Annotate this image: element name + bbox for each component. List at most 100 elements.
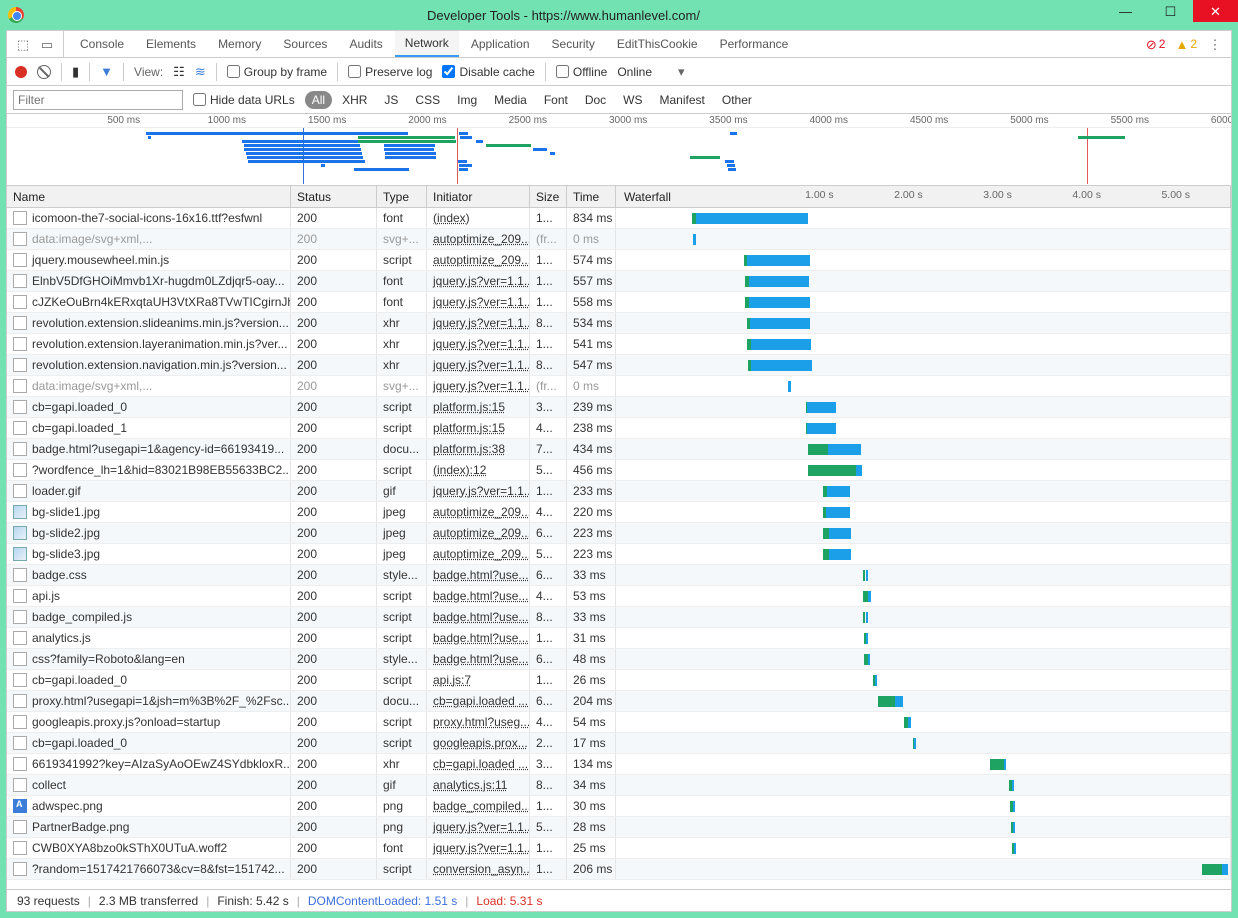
error-badge[interactable]: ⊘2: [1146, 37, 1166, 51]
tab-editthiscookie[interactable]: EditThisCookie: [607, 31, 708, 57]
tab-performance[interactable]: Performance: [710, 31, 799, 57]
filter-type-js[interactable]: JS: [377, 91, 405, 109]
table-row[interactable]: cb=gapi.loaded_0200scriptapi.js:71...26 …: [7, 670, 1231, 691]
request-initiator[interactable]: platform.js:15: [433, 400, 505, 414]
overview-timeline[interactable]: 500 ms1000 ms1500 ms2000 ms2500 ms3000 m…: [7, 114, 1231, 186]
request-initiator[interactable]: badge.html?use...: [433, 631, 528, 645]
request-initiator[interactable]: autoptimize_209...: [433, 547, 530, 561]
filter-icon[interactable]: ▼: [100, 65, 113, 78]
table-row[interactable]: adwspec.png200pngbadge_compiled...1...30…: [7, 796, 1231, 817]
request-initiator[interactable]: proxy.html?useg...: [433, 715, 530, 729]
table-row[interactable]: ElnbV5DfGHOiMmvb1Xr-hugdm0LZdjqr5-oay...…: [7, 271, 1231, 292]
table-row[interactable]: 6619341992?key=AIzaSyAoOEwZ4SYdbkloxR...…: [7, 754, 1231, 775]
tab-console[interactable]: Console: [70, 31, 134, 57]
request-initiator[interactable]: jquery.js?ver=1.1...: [433, 820, 530, 834]
request-initiator[interactable]: analytics.js:11: [433, 778, 507, 792]
table-row[interactable]: api.js200scriptbadge.html?use...4...53 m…: [7, 586, 1231, 607]
tab-memory[interactable]: Memory: [208, 31, 271, 57]
group-by-frame-checkbox[interactable]: Group by frame: [227, 65, 327, 79]
request-initiator[interactable]: badge.html?use...: [433, 652, 528, 666]
table-row[interactable]: bg-slide2.jpg200jpegautoptimize_209...6.…: [7, 523, 1231, 544]
request-initiator[interactable]: jquery.js?ver=1.1...: [433, 337, 530, 351]
throttling-select[interactable]: Online▾: [617, 65, 684, 79]
table-row[interactable]: bg-slide1.jpg200jpegautoptimize_209...4.…: [7, 502, 1231, 523]
request-initiator[interactable]: platform.js:15: [433, 421, 505, 435]
col-size[interactable]: Size: [530, 186, 567, 207]
filter-type-media[interactable]: Media: [487, 91, 534, 109]
table-row[interactable]: googleapis.proxy.js?onload=startup200scr…: [7, 712, 1231, 733]
table-row[interactable]: badge.css200style...badge.html?use...6..…: [7, 565, 1231, 586]
table-row[interactable]: CWB0XYA8bzo0kSThX0UTuA.woff2200fontjquer…: [7, 838, 1231, 859]
offline-checkbox[interactable]: Offline: [556, 65, 607, 79]
table-row[interactable]: revolution.extension.slideanims.min.js?v…: [7, 313, 1231, 334]
table-row[interactable]: cb=gapi.loaded_0200scriptgoogleapis.prox…: [7, 733, 1231, 754]
request-initiator[interactable]: platform.js:38: [433, 442, 505, 456]
request-initiator[interactable]: cb=gapi.loaded ...: [433, 757, 528, 771]
filter-input[interactable]: [13, 90, 183, 110]
close-button[interactable]: ✕: [1193, 0, 1238, 22]
filter-type-img[interactable]: Img: [450, 91, 484, 109]
col-name[interactable]: Name: [7, 186, 291, 207]
request-initiator[interactable]: jquery.js?ver=1.1...: [433, 379, 530, 393]
camera-icon[interactable]: ▮: [72, 65, 79, 78]
tab-sources[interactable]: Sources: [273, 31, 337, 57]
table-row[interactable]: cb=gapi.loaded_1200scriptplatform.js:154…: [7, 418, 1231, 439]
more-icon[interactable]: ⋮: [1207, 36, 1223, 52]
table-row[interactable]: css?family=Roboto&lang=en200style...badg…: [7, 649, 1231, 670]
request-initiator[interactable]: jquery.js?ver=1.1...: [433, 358, 530, 372]
preserve-log-checkbox[interactable]: Preserve log: [348, 65, 432, 79]
table-row[interactable]: revolution.extension.navigation.min.js?v…: [7, 355, 1231, 376]
table-row[interactable]: cb=gapi.loaded_0200scriptplatform.js:153…: [7, 397, 1231, 418]
request-initiator[interactable]: (index): [433, 211, 470, 225]
device-toggle-icon[interactable]: ▭: [39, 36, 55, 52]
filter-type-xhr[interactable]: XHR: [335, 91, 374, 109]
table-row[interactable]: badge_compiled.js200scriptbadge.html?use…: [7, 607, 1231, 628]
request-initiator[interactable]: autoptimize_209...: [433, 253, 530, 267]
request-initiator[interactable]: badge.html?use...: [433, 589, 528, 603]
col-initiator[interactable]: Initiator: [427, 186, 530, 207]
request-initiator[interactable]: jquery.js?ver=1.1...: [433, 295, 530, 309]
table-row[interactable]: analytics.js200scriptbadge.html?use...1.…: [7, 628, 1231, 649]
table-row[interactable]: data:image/svg+xml,...200svg+...autoptim…: [7, 229, 1231, 250]
request-initiator[interactable]: googleapis.prox...: [433, 736, 528, 750]
disable-cache-checkbox[interactable]: Disable cache: [442, 65, 534, 79]
request-initiator[interactable]: jquery.js?ver=1.1...: [433, 484, 530, 498]
filter-type-other[interactable]: Other: [715, 91, 759, 109]
request-initiator[interactable]: (index):12: [433, 463, 486, 477]
table-row[interactable]: ?random=1517421766073&cv=8&fst=151742...…: [7, 859, 1231, 880]
request-initiator[interactable]: api.js:7: [433, 673, 471, 687]
request-initiator[interactable]: badge.html?use...: [433, 568, 528, 582]
filter-type-doc[interactable]: Doc: [578, 91, 613, 109]
request-initiator[interactable]: badge_compiled...: [433, 799, 530, 813]
table-row[interactable]: ?wordfence_lh=1&hid=83021B98EB55633BC2..…: [7, 460, 1231, 481]
request-initiator[interactable]: jquery.js?ver=1.1...: [433, 274, 530, 288]
warning-badge[interactable]: ▲2: [1175, 37, 1197, 51]
filter-type-css[interactable]: CSS: [408, 91, 447, 109]
request-table[interactable]: icomoon-the7-social-icons-16x16.ttf?esfw…: [7, 208, 1231, 889]
tab-elements[interactable]: Elements: [136, 31, 206, 57]
request-initiator[interactable]: conversion_asyn...: [433, 862, 530, 876]
table-row[interactable]: bg-slide3.jpg200jpegautoptimize_209...5.…: [7, 544, 1231, 565]
minimize-button[interactable]: —: [1103, 0, 1148, 22]
col-waterfall[interactable]: Waterfall 1.00 s2.00 s3.00 s4.00 s5.00 s: [616, 186, 1231, 207]
table-row[interactable]: jquery.mousewheel.min.js200scriptautopti…: [7, 250, 1231, 271]
filter-type-ws[interactable]: WS: [616, 91, 649, 109]
col-time[interactable]: Time: [567, 186, 616, 207]
table-row[interactable]: loader.gif200gifjquery.js?ver=1.1...1...…: [7, 481, 1231, 502]
request-initiator[interactable]: autoptimize_209...: [433, 232, 530, 246]
tab-audits[interactable]: Audits: [339, 31, 392, 57]
table-row[interactable]: proxy.html?usegapi=1&jsh=m%3B%2F_%2Fsc..…: [7, 691, 1231, 712]
table-row[interactable]: collect200gifanalytics.js:118...34 ms: [7, 775, 1231, 796]
record-icon[interactable]: [15, 66, 27, 78]
tab-network[interactable]: Network: [395, 31, 459, 57]
table-row[interactable]: revolution.extension.layeranimation.min.…: [7, 334, 1231, 355]
inspect-icon[interactable]: ⬚: [15, 36, 31, 52]
col-type[interactable]: Type: [377, 186, 427, 207]
tab-application[interactable]: Application: [461, 31, 540, 57]
table-row[interactable]: data:image/svg+xml,...200svg+...jquery.j…: [7, 376, 1231, 397]
request-initiator[interactable]: autoptimize_209...: [433, 505, 530, 519]
view-large-icon[interactable]: ☷: [173, 65, 185, 78]
table-row[interactable]: badge.html?usegapi=1&agency-id=66193419.…: [7, 439, 1231, 460]
request-initiator[interactable]: jquery.js?ver=1.1...: [433, 841, 530, 855]
request-initiator[interactable]: jquery.js?ver=1.1...: [433, 316, 530, 330]
